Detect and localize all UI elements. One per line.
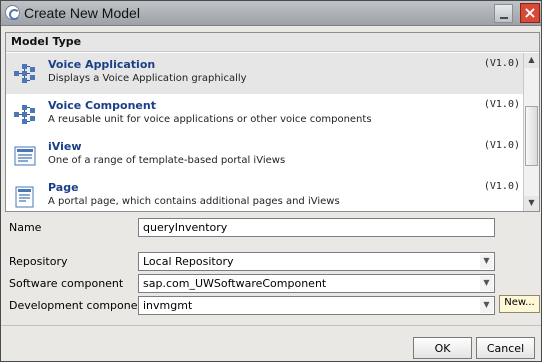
scroll-thumb[interactable] <box>525 106 538 166</box>
name-field[interactable]: queryInventory <box>138 218 495 237</box>
model-description: A reusable unit for voice applications o… <box>48 114 372 125</box>
model-description: A portal page, which contains additional… <box>48 196 340 207</box>
model-name: Voice Application <box>48 58 156 71</box>
model-list-scrollbar[interactable]: ▲ ▼ <box>523 53 539 211</box>
cancel-button[interactable]: Cancel <box>476 337 535 359</box>
list-item-iview[interactable]: iView One of a range of template-based p… <box>6 135 524 176</box>
repository-value: Local Repository <box>143 255 234 268</box>
software-component-select[interactable]: sap.com_UWSoftwareComponent ▼ <box>138 274 495 293</box>
software-component-value: sap.com_UWSoftwareComponent <box>143 277 327 290</box>
title-bar: Create New Model × <box>1 1 541 26</box>
model-version: (V1.0) <box>483 58 520 69</box>
chevron-down-icon[interactable]: ▼ <box>480 254 493 269</box>
list-item-page[interactable]: Page A portal page, which contains addit… <box>6 176 524 211</box>
development-component-select[interactable]: invmgmt ▼ <box>138 296 495 315</box>
create-new-model-dialog: Create New Model × Model Type Voice Appl… <box>0 0 542 362</box>
application-icon <box>5 5 20 20</box>
model-version: (V1.0) <box>483 140 520 151</box>
model-type-list: Voice Application Displays a Voice Appli… <box>6 53 524 211</box>
minimize-button[interactable] <box>494 4 513 23</box>
chevron-down-icon[interactable]: ▼ <box>480 276 493 291</box>
model-version: (V1.0) <box>483 181 520 192</box>
voice-application-icon <box>14 64 35 83</box>
scroll-down-icon[interactable]: ▼ <box>524 196 539 211</box>
page-icon <box>15 186 34 208</box>
repository-label: Repository <box>9 255 68 268</box>
repository-select[interactable]: Local Repository ▼ <box>138 252 495 271</box>
window-title: Create New Model <box>24 5 140 21</box>
list-item-voice-component[interactable]: Voice Component A reusable unit for voic… <box>6 94 524 135</box>
model-type-panel: Model Type Voice Application Displays a … <box>5 32 540 212</box>
close-button[interactable]: × <box>520 3 540 23</box>
scroll-up-icon[interactable]: ▲ <box>524 53 539 68</box>
model-name: Page <box>48 181 79 194</box>
model-name: iView <box>48 140 82 153</box>
model-type-header: Model Type <box>6 33 539 52</box>
software-component-label: Software component <box>9 277 124 290</box>
ok-button[interactable]: OK <box>413 337 472 359</box>
model-version: (V1.0) <box>483 99 520 110</box>
model-description: One of a range of template-based portal … <box>48 155 286 166</box>
model-name: Voice Component <box>48 99 156 112</box>
name-label: Name <box>9 221 42 234</box>
development-component-value: invmgmt <box>143 299 193 312</box>
voice-component-icon <box>14 105 35 124</box>
footer-separator <box>1 325 541 326</box>
new-development-component-button[interactable]: New... <box>499 295 540 313</box>
iview-icon <box>14 146 36 166</box>
model-description: Displays a Voice Application graphically <box>48 73 247 84</box>
chevron-down-icon[interactable]: ▼ <box>480 298 493 313</box>
list-item-voice-application[interactable]: Voice Application Displays a Voice Appli… <box>6 53 524 94</box>
development-component-label: Development component <box>9 299 149 312</box>
